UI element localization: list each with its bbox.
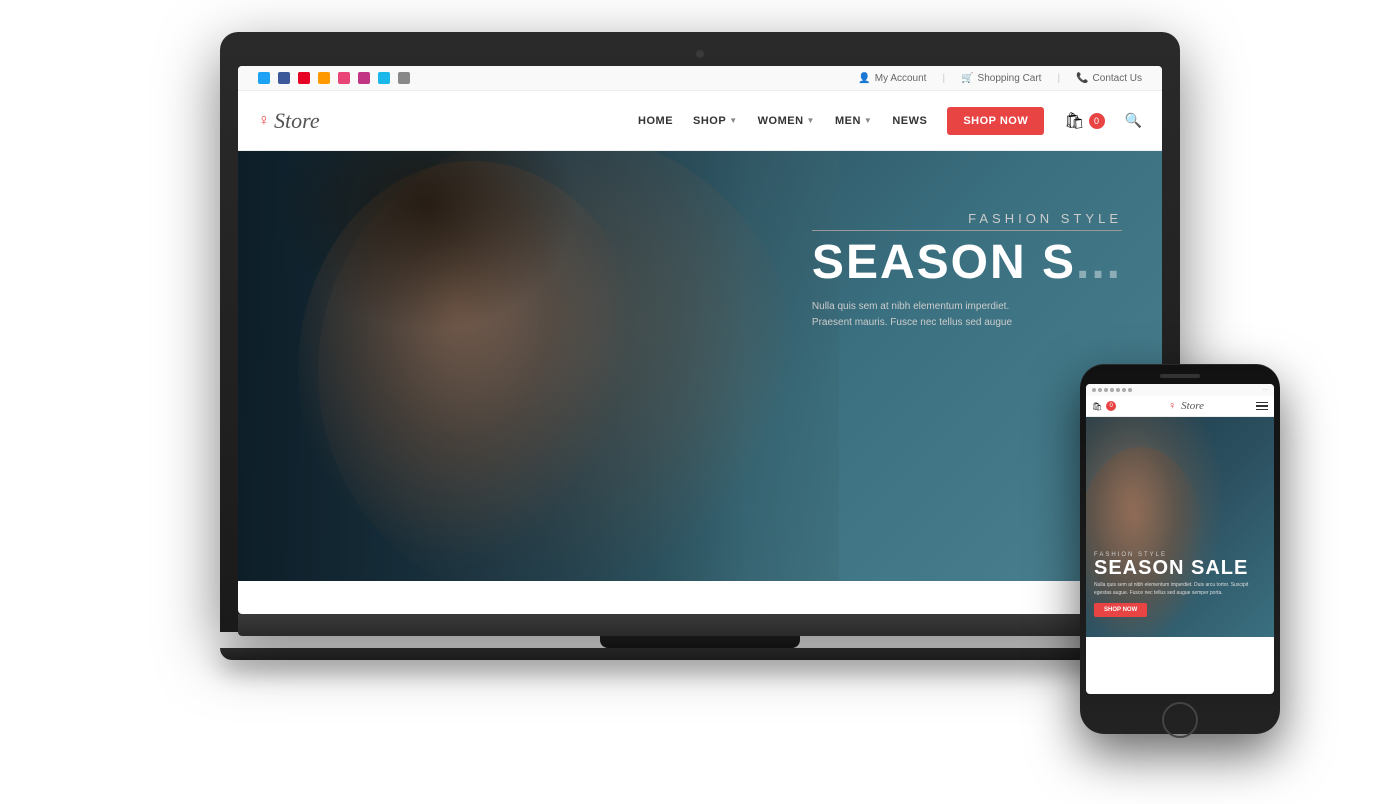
facebook-icon[interactable] <box>278 72 290 84</box>
phone-hero: FASHION STYLE SEASON SALE Nulla quis sem… <box>1086 417 1274 637</box>
phone-shop-now-button[interactable]: SHOP NOW <box>1094 603 1147 617</box>
pinterest-icon[interactable] <box>298 72 310 84</box>
phone-bag-icon: 🛍 <box>1092 402 1102 411</box>
topbar-links: 👤 My Account | 🛒 Shopping Cart | 📞 Conta… <box>858 73 1142 84</box>
nav-shop[interactable]: SHOP ▼ <box>693 115 738 127</box>
phone-social-dot-2 <box>1098 388 1102 392</box>
phone-screen: ··· 🛍 0 ♀ Store <box>1086 384 1274 694</box>
feed-icon[interactable] <box>398 72 410 84</box>
site-nav: HOME SHOP ▼ WOMEN ▼ MEN ▼ NEWS SHOP NOW … <box>638 107 1142 135</box>
hero-content: FASHION STYLE SEASON S... Nulla quis sem… <box>812 211 1122 331</box>
logo-decoration: ♀ <box>258 112 270 130</box>
cart-bag-icon: 🛍 <box>1064 111 1084 131</box>
vimeo-icon[interactable] <box>378 72 390 84</box>
women-dropdown-arrow: ▼ <box>807 116 815 125</box>
phone-hamburger-menu[interactable] <box>1256 402 1268 411</box>
cart-icon-wrap[interactable]: 🛍 0 <box>1064 111 1104 131</box>
phone-speaker <box>1160 374 1200 378</box>
phone-description: Nulla quis sem at nibh elementum imperdi… <box>1094 582 1266 597</box>
laptop-screen: 👤 My Account | 🛒 Shopping Cart | 📞 Conta… <box>238 66 1162 614</box>
contact-us-link[interactable]: 📞 Contact Us <box>1076 73 1142 84</box>
account-icon: 👤 <box>858 73 870 84</box>
rss-icon[interactable] <box>318 72 330 84</box>
phone-device: ··· 🛍 0 ♀ Store <box>1080 364 1280 774</box>
nav-home[interactable]: HOME <box>638 115 673 127</box>
twitter-icon[interactable] <box>258 72 270 84</box>
laptop-device: 👤 My Account | 🛒 Shopping Cart | 📞 Conta… <box>220 32 1180 772</box>
phone-home-button[interactable] <box>1162 702 1198 738</box>
shop-now-button[interactable]: SHOP NOW <box>947 107 1044 135</box>
men-dropdown-arrow: ▼ <box>864 116 872 125</box>
phone-social-icons <box>1092 388 1132 392</box>
hero-section: FASHION STYLE SEASON S... Nulla quis sem… <box>238 151 1162 581</box>
laptop-foot <box>220 648 1180 660</box>
shop-dropdown-arrow: ▼ <box>729 116 737 125</box>
phone-topbar: ··· <box>1086 384 1274 396</box>
laptop-camera <box>696 50 704 58</box>
cart-count-badge: 0 <box>1089 113 1105 129</box>
laptop-body: 👤 My Account | 🛒 Shopping Cart | 📞 Conta… <box>220 32 1180 632</box>
phone-social-dot-7 <box>1128 388 1132 392</box>
cart-icon: 🛒 <box>961 73 973 84</box>
shopping-cart-link[interactable]: 🛒 Shopping Cart <box>961 73 1041 84</box>
phone-cart-area: 🛍 0 <box>1092 401 1116 411</box>
hero-season-sale-heading: SEASON S... <box>812 239 1122 287</box>
nav-men[interactable]: MEN ▼ <box>835 115 872 127</box>
phone-icon: 📞 <box>1076 73 1088 84</box>
dribbble-icon[interactable] <box>338 72 350 84</box>
phone-hero-content: FASHION STYLE SEASON SALE Nulla quis sem… <box>1094 552 1266 617</box>
site-logo[interactable]: ♀ Store <box>258 108 320 134</box>
phone-season-sale: SEASON SALE <box>1094 558 1266 578</box>
phone-logo-decoration: ♀ <box>1168 400 1176 412</box>
hero-fashion-style-label: FASHION STYLE <box>812 211 1122 231</box>
hamburger-line-2 <box>1256 405 1268 407</box>
hamburger-line-3 <box>1256 409 1268 411</box>
search-icon[interactable]: 🔍 <box>1125 112 1142 129</box>
phone-cart-badge: 0 <box>1106 401 1116 411</box>
logo-text: Store <box>274 108 320 134</box>
site-navbar: ♀ Store HOME SHOP ▼ WOMEN ▼ MEN ▼ NEWS S… <box>238 91 1162 151</box>
phone-topbar-right: ··· <box>1263 387 1268 393</box>
social-icons-bar <box>258 72 410 84</box>
scene: 👤 My Account | 🛒 Shopping Cart | 📞 Conta… <box>0 0 1400 804</box>
phone-social-dot-6 <box>1122 388 1126 392</box>
phone-social-dot-5 <box>1116 388 1120 392</box>
phone-social-dot-4 <box>1110 388 1114 392</box>
nav-news[interactable]: NEWS <box>892 115 927 127</box>
hamburger-line-1 <box>1256 402 1268 404</box>
nav-women[interactable]: WOMEN ▼ <box>758 115 815 127</box>
instagram-icon[interactable] <box>358 72 370 84</box>
phone-logo: ♀ Store <box>1168 400 1204 412</box>
site-topbar: 👤 My Account | 🛒 Shopping Cart | 📞 Conta… <box>238 66 1162 91</box>
laptop-base <box>238 614 1162 636</box>
phone-social-dot-3 <box>1104 388 1108 392</box>
hero-hair-overlay <box>278 151 578 331</box>
phone-body: ··· 🛍 0 ♀ Store <box>1080 364 1280 734</box>
my-account-link[interactable]: 👤 My Account <box>858 73 926 84</box>
hero-description: Nulla quis sem at nibh elementum imperdi… <box>812 299 1092 331</box>
phone-social-dot-1 <box>1092 388 1096 392</box>
phone-navbar: 🛍 0 ♀ Store <box>1086 396 1274 417</box>
